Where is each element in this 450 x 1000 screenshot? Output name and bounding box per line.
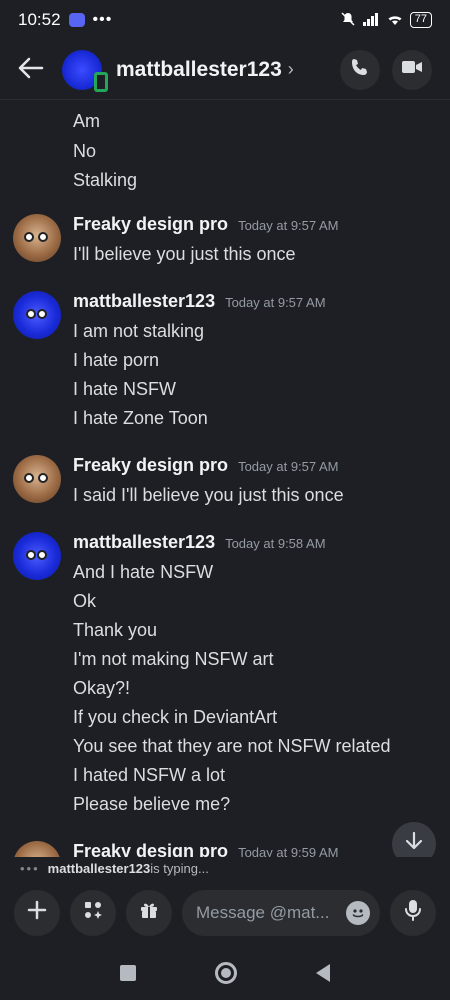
voice-message-button[interactable]: [390, 890, 436, 936]
typing-dots-icon: •••: [20, 860, 40, 876]
continued-message-group: Am No Stalking: [0, 101, 450, 206]
message-line: Ok: [73, 590, 97, 611]
status-bar: 10:52 ••• 77: [0, 0, 450, 40]
message-author[interactable]: mattballester123: [73, 532, 215, 553]
user-avatar[interactable]: [13, 454, 61, 503]
discord-notification-icon: [68, 13, 85, 27]
avatar-eye: [38, 231, 48, 242]
typing-text: is typing...: [150, 860, 209, 876]
message-author[interactable]: Freaky design pro: [73, 841, 228, 858]
emoji-icon[interactable]: [346, 901, 370, 925]
recent-apps-icon[interactable]: [119, 965, 136, 981]
gift-button[interactable]: [126, 890, 172, 936]
message-author[interactable]: Freaky design pro: [73, 214, 228, 235]
message-line: Thank you: [73, 619, 158, 640]
message-composer: [0, 880, 450, 946]
message-line: I hate NSFW: [73, 378, 177, 399]
status-more-dots: •••: [92, 11, 113, 28]
user-avatar[interactable]: [13, 531, 61, 580]
add-attachment-button[interactable]: [14, 890, 60, 936]
apps-button[interactable]: [70, 890, 116, 936]
user-avatar[interactable]: [13, 290, 61, 339]
status-time: 10:52: [18, 10, 61, 29]
message-author[interactable]: mattballester123: [73, 291, 215, 312]
avatar-eye: [24, 231, 34, 242]
message-line: I hated NSFW a lot: [73, 764, 226, 785]
message-line: I hate porn: [73, 349, 160, 370]
message-line: Stalking: [73, 170, 138, 190]
avatar-eye: [37, 308, 47, 319]
message-line: You see that they are not NSFW related: [73, 735, 391, 756]
mobile-status-icon: [94, 71, 108, 92]
avatar-eye: [38, 472, 48, 483]
avatar-eye: [26, 549, 36, 560]
video-camera-icon: [401, 59, 423, 80]
message-group: mattballester123 Today at 9:57 AM I am n…: [0, 283, 450, 447]
message-line: Am: [73, 111, 100, 131]
message-timestamp: Today at 9:57 AM: [238, 458, 339, 474]
message-timestamp: Today at 9:59 AM: [238, 844, 339, 858]
message-line: I'm not making NSFW art: [73, 648, 274, 669]
plus-icon: [27, 900, 47, 926]
chevron-right-icon[interactable]: ›: [288, 59, 294, 80]
microphone-icon: [404, 899, 422, 927]
avatar-eye: [26, 308, 36, 319]
message-line: If you check in DeviantArt: [73, 706, 278, 727]
avatar-eye: [37, 549, 47, 560]
signal-icon: [362, 12, 380, 29]
message-group: Freaky design pro Today at 9:59 AM: [0, 833, 450, 858]
header-avatar[interactable]: [62, 49, 108, 92]
message-line: Please believe me?: [73, 793, 231, 814]
mute-icon: [340, 11, 356, 30]
arrow-down-icon: [405, 831, 423, 857]
channel-header: mattballester123 ›: [0, 40, 450, 100]
back-triangle-icon[interactable]: [316, 964, 331, 982]
voice-call-button[interactable]: [340, 49, 380, 90]
header-title[interactable]: mattballester123: [116, 58, 282, 82]
message-line: I said I'll believe you just this once: [73, 484, 344, 505]
message-timestamp: Today at 9:58 AM: [225, 535, 326, 551]
message-line: I'll believe you just this once: [73, 243, 296, 264]
message-line: No: [73, 140, 97, 161]
video-call-button[interactable]: [392, 49, 432, 90]
user-avatar[interactable]: [13, 213, 61, 262]
typing-user: mattballester123: [47, 860, 151, 876]
system-navigation-bar: [0, 946, 450, 1000]
arrow-left-icon[interactable]: [18, 54, 50, 86]
message-timestamp: Today at 9:57 AM: [238, 217, 339, 233]
message-group: Freaky design pro Today at 9:57 AM I sai…: [0, 447, 450, 524]
message-group: Freaky design pro Today at 9:57 AM I'll …: [0, 206, 450, 283]
wifi-icon: [386, 12, 404, 29]
avatar-eye: [24, 472, 34, 483]
home-icon[interactable]: [214, 962, 237, 984]
message-timestamp: Today at 9:57 AM: [225, 294, 326, 310]
message-line: Okay?!: [73, 677, 131, 698]
apps-icon: [83, 900, 103, 926]
message-line: I hate Zone Toon: [73, 407, 208, 428]
message-group: mattballester123 Today at 9:58 AM And I …: [0, 524, 450, 833]
typing-indicator: ••• mattballester123 is typing...: [0, 857, 450, 879]
message-line: I am not stalking: [73, 320, 205, 341]
battery-indicator: 77: [409, 12, 432, 28]
message-author[interactable]: Freaky design pro: [73, 455, 228, 476]
message-line: And I hate NSFW: [73, 561, 214, 582]
message-list[interactable]: Am No Stalking Freaky design pro Today a…: [0, 101, 450, 857]
gift-icon: [139, 900, 159, 926]
phone-icon: [350, 57, 370, 82]
